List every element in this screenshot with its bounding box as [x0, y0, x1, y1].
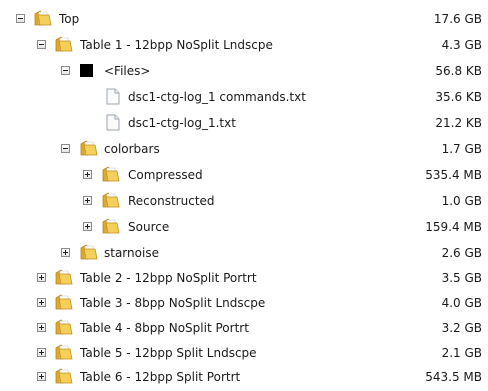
tree-row-table-1[interactable]: Table 1 - 12bpp NoSplit Lndscpe 4.3 GB [0, 33, 488, 59]
tree-item-size: 35.6 KB [435, 90, 482, 104]
tree-row-reconstructed[interactable]: Reconstructed 1.0 GB [0, 189, 488, 215]
tree-row-file-commands[interactable]: dsc1-ctg-log_1 commands.txt 35.6 KB [0, 85, 488, 111]
tree-row-files[interactable]: <Files> 56.8 KB [0, 59, 488, 85]
tree-item-size: 159.4 MB [425, 220, 482, 234]
folder-icon [102, 218, 120, 235]
tree-item-label: dsc1-ctg-log_1 commands.txt [128, 90, 306, 104]
folder-icon [55, 294, 73, 311]
tree-item-size: 543.5 MB [425, 370, 482, 384]
minus-toggle-icon[interactable] [61, 66, 70, 75]
tree-row-table-3[interactable]: Table 3 - 8bpp NoSplit Lndscpe 4.0 GB [0, 291, 488, 317]
tree-row-table-2[interactable]: Table 2 - 12bpp NoSplit Portrt 3.5 GB [0, 266, 488, 292]
tree-item-label: Table 1 - 12bpp NoSplit Lndscpe [80, 38, 273, 52]
tree-item-label: <Files> [104, 64, 151, 78]
tree-item-label: Compressed [128, 168, 203, 182]
plus-toggle-icon[interactable] [83, 170, 92, 179]
plus-toggle-icon[interactable] [37, 348, 46, 357]
minus-toggle-icon[interactable] [61, 144, 70, 153]
tree-item-size: 535.4 MB [425, 168, 482, 182]
minus-toggle-icon[interactable] [37, 40, 46, 49]
tree-item-size: 4.3 GB [441, 38, 482, 52]
tree-item-size: 3.2 GB [441, 321, 482, 335]
tree-item-label: Table 3 - 8bpp NoSplit Lndscpe [80, 296, 266, 310]
tree-item-label: Table 5 - 12bpp Split Lndscpe [80, 346, 257, 360]
document-icon [104, 88, 122, 105]
tree-item-label: Table 2 - 12bpp NoSplit Portrt [80, 271, 257, 285]
tree-row-colorbars[interactable]: colorbars 1.7 GB [0, 137, 488, 163]
folder-icon [55, 344, 73, 361]
tree-row-compressed[interactable]: Compressed 535.4 MB [0, 163, 488, 189]
size-tree: Top 17.6 GB Table 1 - 12bpp NoSplit Lnds… [0, 0, 488, 391]
tree-item-label: colorbars [104, 142, 160, 156]
folder-icon [55, 319, 73, 336]
folder-icon [55, 36, 73, 53]
folder-icon [102, 192, 120, 209]
files-group-icon [80, 64, 93, 77]
tree-row-file-log[interactable]: dsc1-ctg-log_1.txt 21.2 KB [0, 111, 488, 137]
tree-item-label: Source [128, 220, 170, 234]
minus-toggle-icon[interactable] [16, 14, 25, 23]
plus-toggle-icon[interactable] [37, 323, 46, 332]
tree-item-size: 4.0 GB [441, 296, 482, 310]
plus-toggle-icon[interactable] [37, 372, 46, 381]
tree-item-size: 56.8 KB [435, 64, 482, 78]
tree-item-size: 21.2 KB [435, 116, 482, 130]
tree-item-label: Table 4 - 8bpp NoSplit Portrt [80, 321, 249, 335]
folder-icon [80, 244, 98, 261]
folder-icon [34, 10, 52, 27]
tree-item-label: Top [59, 12, 80, 26]
tree-item-size: 17.6 GB [433, 12, 482, 26]
tree-item-size: 2.6 GB [441, 246, 482, 260]
plus-toggle-icon[interactable] [83, 222, 92, 231]
tree-item-label: dsc1-ctg-log_1.txt [128, 116, 236, 130]
tree-row-top[interactable]: Top 17.6 GB [0, 7, 488, 33]
tree-row-table-4[interactable]: Table 4 - 8bpp NoSplit Portrt 3.2 GB [0, 316, 488, 342]
plus-toggle-icon[interactable] [83, 196, 92, 205]
document-icon [104, 114, 122, 131]
tree-row-table-5[interactable]: Table 5 - 12bpp Split Lndscpe 2.1 GB [0, 341, 488, 367]
tree-item-label: Reconstructed [128, 194, 215, 208]
tree-item-label: starnoise [104, 246, 159, 260]
folder-icon [102, 166, 120, 183]
plus-toggle-icon[interactable] [37, 298, 46, 307]
plus-toggle-icon[interactable] [37, 273, 46, 282]
folder-icon [55, 368, 73, 385]
tree-item-size: 1.7 GB [441, 142, 482, 156]
tree-item-size: 1.0 GB [441, 194, 482, 208]
folder-icon [80, 140, 98, 157]
folder-icon [55, 269, 73, 286]
tree-row-table-6[interactable]: Table 6 - 12bpp Split Portrt 543.5 MB [0, 365, 488, 391]
tree-item-size: 3.5 GB [441, 271, 482, 285]
tree-row-starnoise[interactable]: starnoise 2.6 GB [0, 241, 488, 267]
tree-row-source[interactable]: Source 159.4 MB [0, 215, 488, 241]
plus-toggle-icon[interactable] [61, 248, 70, 257]
tree-item-label: Table 6 - 12bpp Split Portrt [80, 370, 241, 384]
tree-item-size: 2.1 GB [441, 346, 482, 360]
